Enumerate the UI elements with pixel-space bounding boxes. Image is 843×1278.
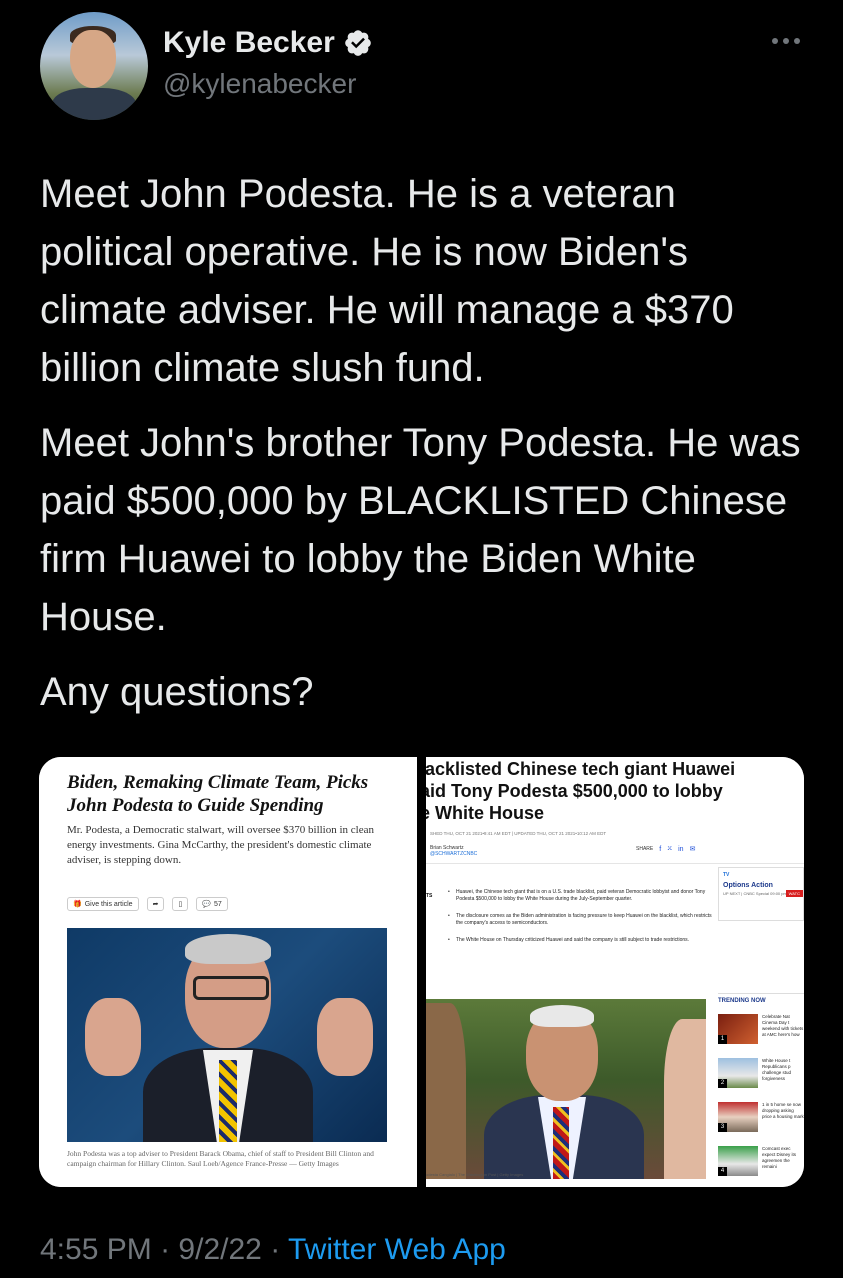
trending-label: TRENDING NOW [718,993,804,1004]
share-label: SHARE [636,846,654,852]
trending-thumb: 2 [718,1058,758,1088]
photo-glasses [193,976,269,1000]
tweet-detail: Kyle Becker @kylenabecker Meet John Pode… [0,0,843,1278]
tweet-text: Meet John Podesta. He is a veteran polit… [40,165,820,738]
separator: · [270,1233,281,1266]
trending-text: Comcast exec expect Disney its agreemen … [762,1146,797,1169]
tony-podesta-photo [426,999,706,1179]
trending-item: 1 Celebrate Nat Cinema Day t weekend wit… [718,1014,804,1048]
more-dot [783,38,789,44]
cnbc-author: Brian Schwartz @SCHWARTZCNBC [430,845,477,857]
gift-icon: 🎁 [73,901,82,908]
author-handle[interactable]: @kylenabecker [163,68,356,100]
media-image-nyt[interactable]: Biden, Remaking Climate Team, Picks John… [39,757,417,1187]
trending-num: 2 [718,1079,727,1088]
trending-num: 3 [718,1123,727,1132]
photo-hair [530,1005,594,1027]
trending-num: 1 [718,1035,727,1044]
photo-person-right [664,1019,706,1179]
share-icon: ➦ [146,897,165,911]
trending-num: 4 [718,1167,727,1176]
author-display-name[interactable]: Kyle Becker [163,26,335,60]
tweet-paragraph: Meet John's brother Tony Podesta. He was… [40,421,801,639]
photo-credit-1: odesta [426,1172,439,1177]
trending-text: White House t Republicans p challenge st… [762,1058,792,1081]
verified-badge-icon [344,30,371,56]
separator: · [160,1233,171,1266]
nyt-headline: Biden, Remaking Climate Team, Picks John… [67,772,369,816]
trending-text: Celebrate Nat Cinema Day t weekend with … [762,1014,804,1037]
more-dot [794,38,800,44]
tweet-paragraph: Any questions? [40,670,314,714]
photo-tie [219,1060,237,1142]
comments-button: 💬 57 [196,897,228,911]
media-divider [417,757,426,1187]
facebook-icon: f [659,845,662,853]
trending-item: 3 1 in 5 home se now dropping asking pri… [718,1102,804,1136]
more-dot [772,38,778,44]
comment-icon: 💬 [202,901,212,908]
comment-count: 57 [214,900,222,908]
nyt-caption: John Podesta was a top adviser to Presid… [67,1149,387,1169]
headline-line: aid Tony Podesta $500,000 to lobby [426,781,723,801]
show-title: Options Action [723,882,773,889]
headline-line: lacklisted Chinese tech giant Huawei [426,759,736,779]
nyt-toolbar: 🎁 Give this article ➦ ▯ 💬 57 [67,897,228,911]
more-horizontal-icon[interactable] [772,38,800,44]
photo-credit-2: Cangialo | The Washington Post | Getty I… [439,1172,524,1177]
trending-item: 2 White House t Republicans p challenge … [718,1058,804,1092]
cnbc-share: SHARE f 𝚡 in ✉ [636,845,695,853]
trending-thumb: 3 [718,1102,758,1132]
author-name-row[interactable]: Kyle Becker [163,26,373,60]
trending-text: 1 in 5 home se now dropping asking price… [762,1102,804,1119]
avatar-shirt [52,88,136,120]
avatar[interactable] [40,12,148,120]
john-podesta-photo [67,928,387,1142]
caption-credit: Saul Loeb/Agence France-Presse — Getty I… [187,1159,339,1168]
key-point: The White House on Thursday criticized H… [448,937,718,944]
tweet-paragraph: Meet John Podesta. He is a veteran polit… [40,172,734,390]
author-twitter: @SCHWARTZCNBC [430,851,478,857]
divider [426,863,804,864]
photo-hair [185,934,271,964]
tweet-media[interactable]: Biden, Remaking Climate Team, Picks John… [39,757,804,1187]
key-point: The disclosure comes as the Biden admini… [448,913,718,927]
tv-label: TV [723,872,730,878]
tweet-date[interactable]: 9/2/22 [178,1233,261,1266]
photo-hand [317,998,373,1076]
key-points: Huawei, the Chinese tech giant that is o… [448,889,718,954]
gift-article-button: 🎁 Give this article [67,897,139,911]
tweet-time[interactable]: 4:55 PM [40,1233,152,1266]
media-image-cnbc[interactable]: lacklisted Chinese tech giant Huawei aid… [426,757,804,1187]
key-points-label: TS [426,893,433,899]
cnbc-headline: lacklisted Chinese tech giant Huawei aid… [426,758,804,824]
tweet-metadata: 4:55 PM · 9/2/22 · Twitter Web App [40,1233,506,1267]
nyt-summary: Mr. Podesta, a Democratic stalwart, will… [67,824,375,866]
gift-label: Give this article [84,900,133,908]
linkedin-icon: in [678,845,684,853]
photo-tie [553,1107,569,1179]
photo-hand [85,998,141,1076]
bookmark-icon: ▯ [172,897,189,911]
twitter-icon: 𝚡 [667,845,673,852]
photo-credit: odesta Cangialo | The Washington Post | … [426,1172,523,1177]
cnbc-sidebar: TV Options Action WATC UP NEXT | CNBC Sp… [718,867,804,1180]
headline-line: e White House [426,803,545,823]
trending-thumb: 4 [718,1146,758,1176]
cnbc-timestamps: SHED THU, OCT 21 2021•9:41 AM EDT | UPDA… [430,831,607,836]
tweet-source-link[interactable]: Twitter Web App [288,1233,506,1266]
email-icon: ✉ [689,846,696,853]
trending-item: 4 Comcast exec expect Disney its agreeme… [718,1146,804,1180]
avatar-face [70,30,116,88]
trending-thumb: 1 [718,1014,758,1044]
tv-box: TV Options Action WATC UP NEXT | CNBC Sp… [718,867,804,921]
watch-button: WATC [785,890,803,897]
key-point: Huawei, the Chinese tech giant that is o… [448,889,718,903]
photo-person-left [426,1003,466,1179]
